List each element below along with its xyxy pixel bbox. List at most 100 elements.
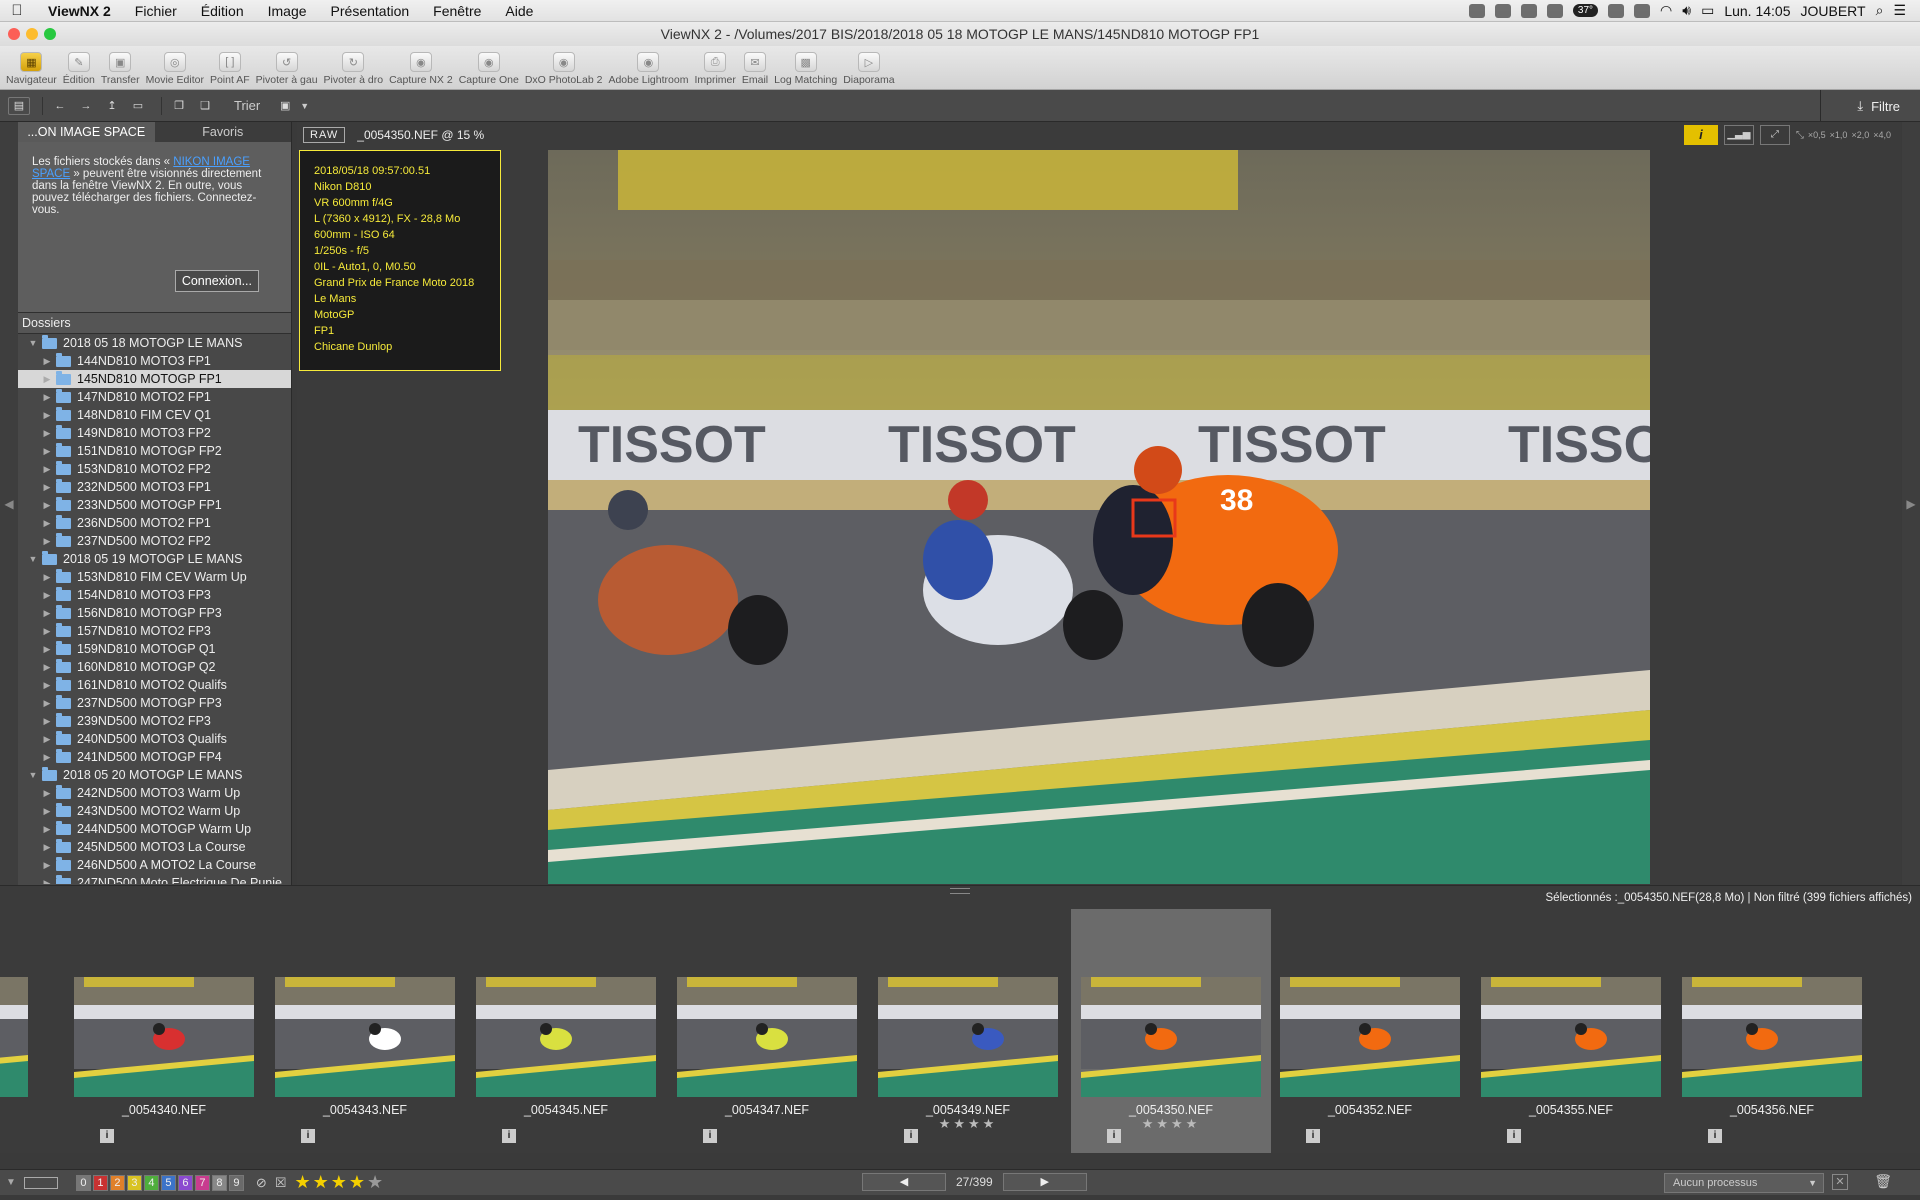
tree-folder[interactable]: ▶ 144ND810 MOTO3 FP1 xyxy=(18,352,291,370)
disclosure-closed-icon[interactable]: ▶ xyxy=(42,410,52,421)
status-app-icon[interactable] xyxy=(1546,3,1563,18)
tree-folder[interactable]: ▶ 242ND500 MOTO3 Warm Up xyxy=(18,784,291,802)
tree-folder[interactable]: ▶ 145ND810 MOTOGP FP1 xyxy=(18,370,291,388)
menu-fichier[interactable]: Fichier xyxy=(135,3,177,19)
disclosure-closed-icon[interactable]: ▶ xyxy=(42,824,52,835)
rating-star-icon[interactable]: ★ xyxy=(349,1172,365,1193)
color-label-0-button[interactable]: 0 xyxy=(75,1174,91,1191)
color-label-5-button[interactable]: 5 xyxy=(160,1174,176,1191)
toolbar--dition-button[interactable]: ✎ Édition xyxy=(63,47,95,89)
menu-aide[interactable]: Aide xyxy=(505,3,533,19)
thumbnail-size-slider[interactable] xyxy=(23,1176,58,1189)
forward-arrow-icon[interactable]: → xyxy=(75,97,97,115)
disclosure-closed-icon[interactable]: ▶ xyxy=(42,518,52,529)
filmstrip-menu-icon[interactable]: ▼ xyxy=(6,1177,16,1188)
back-arrow-icon[interactable]: ← xyxy=(49,97,71,115)
tree-folder[interactable]: ▶ 244ND500 MOTOGP Warm Up xyxy=(18,820,291,838)
filmstrip-thumbnail[interactable]: _0054347.NEF i xyxy=(667,909,867,1153)
histogram-icon[interactable]: ▁▃▅ xyxy=(1723,125,1754,145)
folder-up-icon[interactable]: ↥ xyxy=(101,97,123,115)
rating-star-icon[interactable]: ★ xyxy=(331,1172,347,1193)
disclosure-closed-icon[interactable]: ▶ xyxy=(42,680,52,691)
toolbar-pivoter-gau-button[interactable]: ↺ Pivoter à gau xyxy=(256,47,318,89)
toolbar-movie-editor-button[interactable]: ◎ Movie Editor xyxy=(146,47,204,89)
filmstrip-thumbnail[interactable]: _0054350.NEF ★★★★ i xyxy=(1071,909,1271,1153)
info-icon[interactable]: i xyxy=(301,1129,315,1143)
menu-image[interactable]: Image xyxy=(268,3,307,19)
filmstrip-thumbnail[interactable]: _0054356.NEF i xyxy=(1672,909,1872,1153)
toolbar-capture-one-button[interactable]: ◉ Capture One xyxy=(459,47,519,89)
splitter-grip[interactable] xyxy=(950,888,970,894)
fit-screen-icon[interactable]: ⤢ xyxy=(1759,125,1790,145)
toolbar-imprimer-button[interactable]: ⎙ Imprimer xyxy=(694,47,736,89)
rating-star-icon[interactable]: ★ xyxy=(313,1172,329,1193)
no-rating-icon[interactable]: ⊘ xyxy=(256,1175,267,1191)
disclosure-closed-icon[interactable]: ▶ xyxy=(42,392,52,403)
user-name[interactable]: JOUBERT xyxy=(1801,3,1866,19)
info-icon[interactable]: i xyxy=(1708,1129,1722,1143)
status-app-icon[interactable] xyxy=(1520,3,1537,18)
tree-folder[interactable]: ▶ 156ND810 MOTOGP FP3 xyxy=(18,604,291,622)
toolbar-capture-nx-2-button[interactable]: ◉ Capture NX 2 xyxy=(389,47,453,89)
tree-folder[interactable]: ▶ 151ND810 MOTOGP FP2 xyxy=(18,442,291,460)
tree-folder[interactable]: ▶ 153ND810 MOTO2 FP2 xyxy=(18,460,291,478)
disclosure-closed-icon[interactable]: ▶ xyxy=(42,590,52,601)
tree-folder[interactable]: ▶ 236ND500 MOTO2 FP1 xyxy=(18,514,291,532)
tree-folder[interactable]: ▶ 161ND810 MOTO2 Qualifs xyxy=(18,676,291,694)
main-photo[interactable]: TISSOT TISSOT TISSOT TISSOT 38 xyxy=(548,150,1650,884)
disclosure-closed-icon[interactable]: ▶ xyxy=(42,644,52,655)
delete-icon[interactable]: 🗑︎ xyxy=(1874,1173,1892,1190)
tree-folder[interactable]: ▶ 147ND810 MOTO2 FP1 xyxy=(18,388,291,406)
tree-folder[interactable]: ▶ 153ND810 FIM CEV Warm Up xyxy=(18,568,291,586)
next-image-button[interactable]: ▶ xyxy=(1002,1173,1087,1191)
info-icon[interactable]: i xyxy=(1107,1129,1121,1143)
disclosure-open-icon[interactable]: ▼ xyxy=(28,554,38,564)
color-label-6-button[interactable]: 6 xyxy=(177,1174,193,1191)
disclosure-closed-icon[interactable]: ▶ xyxy=(42,662,52,673)
tree-folder[interactable]: ▶ 148ND810 FIM CEV Q1 xyxy=(18,406,291,424)
toolbar-diaporama-button[interactable]: ▷ Diaporama xyxy=(843,47,895,89)
disclosure-closed-icon[interactable]: ▶ xyxy=(42,788,52,799)
info-icon[interactable]: i xyxy=(703,1129,717,1143)
disclosure-closed-icon[interactable]: ▶ xyxy=(42,878,52,885)
zoom-window-button[interactable] xyxy=(44,28,56,40)
stack-icon[interactable]: ❑ xyxy=(194,97,216,115)
disclosure-closed-icon[interactable]: ▶ xyxy=(42,482,52,493)
previous-image-button[interactable]: ◀ xyxy=(862,1173,946,1191)
rating-star-icon[interactable]: ★ xyxy=(294,1172,310,1193)
sort-button[interactable]: Trier xyxy=(234,98,260,113)
collapse-right-panel-button[interactable]: ▶ xyxy=(1902,122,1920,885)
info-icon[interactable]: i xyxy=(904,1129,918,1143)
disclosure-closed-icon[interactable]: ▶ xyxy=(42,572,52,583)
tree-root-folder[interactable]: ▼ 2018 05 19 MOTOGP LE MANS xyxy=(18,550,291,568)
wifi-icon[interactable]: ◠ xyxy=(1660,2,1672,19)
menu-edition[interactable]: Édition xyxy=(201,3,244,19)
connect-button[interactable]: Connexion... xyxy=(174,270,259,292)
menu-fenetre[interactable]: Fenêtre xyxy=(433,3,481,19)
time-machine-icon[interactable] xyxy=(1608,3,1625,18)
temperature-badge[interactable]: 37° xyxy=(1572,4,1599,17)
color-label-4-button[interactable]: 4 xyxy=(143,1174,159,1191)
disclosure-closed-icon[interactable]: ▶ xyxy=(42,806,52,817)
bluetooth-icon[interactable] xyxy=(1634,3,1651,18)
menu-presentation[interactable]: Présentation xyxy=(331,3,410,19)
layout-icon[interactable]: ▤ xyxy=(8,96,30,115)
folder-icon[interactable]: ▭ xyxy=(127,97,149,115)
process-dropdown[interactable]: Aucun processus ▼ xyxy=(1664,1173,1824,1193)
disclosure-closed-icon[interactable]: ▶ xyxy=(42,536,52,547)
info-icon[interactable]: i xyxy=(502,1129,516,1143)
close-window-button[interactable] xyxy=(8,28,20,40)
app-menu[interactable]: ViewNX 2 xyxy=(48,3,111,19)
disclosure-closed-icon[interactable]: ▶ xyxy=(42,356,52,367)
filmstrip-thumbnail[interactable]: _0054349.NEF ★★★★ i xyxy=(868,909,1068,1153)
trash-icon[interactable]: ☒ xyxy=(275,1175,287,1191)
color-label-9-button[interactable]: 9 xyxy=(228,1174,244,1191)
info-icon[interactable]: i xyxy=(1306,1129,1320,1143)
tree-folder[interactable]: ▶ 159ND810 MOTOGP Q1 xyxy=(18,640,291,658)
filmstrip-thumbnail[interactable]: _0054345.NEF i xyxy=(466,909,666,1153)
tab-nikon-image-space[interactable]: ...ON IMAGE SPACE xyxy=(18,122,155,142)
tree-folder[interactable]: ▶ 241ND500 MOTOGP FP4 xyxy=(18,748,291,766)
cancel-process-icon[interactable]: ✕ xyxy=(1832,1174,1848,1190)
volume-icon[interactable]: 🔊︎ xyxy=(1682,2,1691,19)
disclosure-closed-icon[interactable]: ▶ xyxy=(42,752,52,763)
